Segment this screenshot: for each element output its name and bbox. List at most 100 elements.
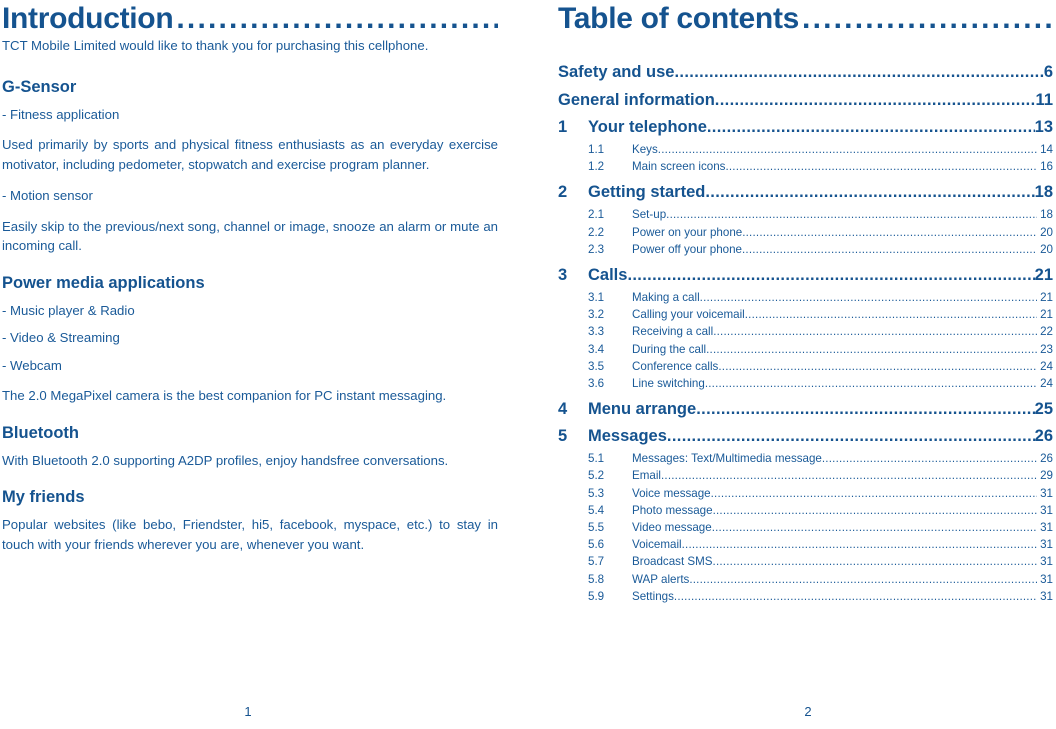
toc-entry[interactable]: General information ....................…: [558, 86, 1053, 114]
toc-page-number: 16: [1040, 160, 1053, 174]
folio-left: 1: [244, 704, 252, 719]
toc-entry-label: Making a call: [632, 291, 700, 305]
toc-entry[interactable]: 5.3 Voice message .......................…: [558, 485, 1053, 502]
toc-entry-number: 5.1: [588, 452, 605, 466]
toc-page-number: 23: [1040, 342, 1053, 356]
toc-entry-label: Settings: [632, 589, 674, 603]
toc-leader-dots: ........................................…: [714, 91, 1036, 109]
toc-entry[interactable]: 5.6 Voicemail............................…: [558, 536, 1053, 553]
toc-entry[interactable]: 3.2 Calling your voicemail ..............…: [558, 306, 1053, 323]
bullet-line: - Video & Streaming: [2, 330, 120, 345]
toc-leader-dots: ........................................…: [712, 555, 1037, 569]
section-heading: Power media applications: [2, 273, 205, 292]
toc-entry[interactable]: 5.9 Settings.............................…: [558, 588, 1053, 605]
toc-entry-label: Set-up: [632, 208, 667, 222]
toc-page-number: 25: [1034, 400, 1053, 419]
toc-page-number: 24: [1040, 377, 1053, 391]
toc-entry-number: 5.8: [588, 572, 605, 586]
toc-leader-dots: ........................................…: [718, 359, 1037, 373]
toc-entry-number: 1.2: [588, 160, 605, 174]
toc-entry[interactable]: 3.1 Making a call........................…: [558, 289, 1053, 306]
body-paragraph: The 2.0 MegaPixel camera is the best com…: [2, 388, 447, 403]
toc-entry-label: Broadcast SMS: [632, 555, 713, 569]
toc-leader-dots: ........................................…: [821, 452, 1037, 466]
toc-page-number: 31: [1040, 486, 1053, 500]
page-title-table-of-contents: Table of contents ......................…: [558, 0, 1053, 36]
toc-entry[interactable]: 5.2 Email ...............................…: [558, 467, 1053, 484]
toc-entry[interactable]: 5.8 WAP alerts...........................…: [558, 571, 1053, 588]
toc-entry-label: Photo message: [632, 503, 713, 517]
toc-entry-label: General information: [558, 91, 715, 109]
toc-entry[interactable]: 3.3 Receiving a call ....................…: [558, 323, 1053, 340]
toc-entry[interactable]: 2 Getting started........................…: [558, 179, 1053, 206]
toc-entry-number: 3.4: [588, 342, 605, 356]
toc-entry-label: Safety and use: [558, 63, 675, 81]
section-heading: Bluetooth: [2, 423, 79, 442]
toc-entry[interactable]: 3.4 During the call......................…: [558, 341, 1053, 358]
toc-entry[interactable]: 5 Messages...............................…: [558, 423, 1053, 450]
toc-leader-dots: ........................................…: [666, 427, 1035, 446]
toc-entry-label: Calls: [588, 266, 628, 285]
toc-page-number: 6: [1043, 63, 1053, 81]
toc-page-number: 20: [1040, 242, 1053, 256]
toc-entry[interactable]: 3.5 Conference calls ....................…: [558, 358, 1053, 375]
page-title-text: Introduction: [2, 2, 174, 35]
toc-page-number: 21: [1040, 291, 1053, 305]
toc-page-number: 18: [1034, 183, 1053, 202]
toc-entry-label: Voice message: [632, 486, 711, 500]
left-page-body: TCT Mobile Limited would like to thank y…: [2, 36, 498, 554]
document-spread: Introduction ...........................…: [0, 0, 1056, 729]
toc-entry[interactable]: 5.7 Broadcast SMS........................…: [558, 553, 1053, 570]
toc-entry[interactable]: 5.1 Messages: Text/Multimedia message ...…: [558, 450, 1053, 467]
section-heading: My friends: [2, 488, 85, 506]
toc-entry-label: Messages: Text/Multimedia message: [632, 452, 822, 466]
toc-entry-number: 5.9: [588, 589, 605, 603]
toc-entry-label: Voicemail: [632, 538, 682, 552]
toc-leader-dots: ........................................…: [657, 143, 1037, 156]
toc-entry[interactable]: 2.2 Power on your phone .................…: [558, 224, 1053, 241]
toc-entry-number: 3.6: [588, 377, 605, 391]
toc-leader-dots: ........................................…: [666, 208, 1037, 222]
toc-entry[interactable]: 3.6 Line switching.......................…: [558, 375, 1053, 392]
right-page: Table of contents ......................…: [528, 0, 1056, 729]
toc-entry[interactable]: 2.1 Set-up ..............................…: [558, 206, 1053, 223]
toc-leader-dots: ........................................…: [706, 118, 1035, 136]
body-paragraph: With Bluetooth 2.0 supporting A2DP profi…: [2, 452, 449, 468]
toc-leader-dots: ........................................…: [711, 521, 1037, 535]
toc-page-number: 31: [1040, 538, 1053, 552]
toc-page-number: 24: [1040, 359, 1053, 373]
toc-leader-dots: ........................................…: [712, 503, 1037, 517]
toc-page-number: 22: [1040, 325, 1053, 339]
table-of-contents-list: Safety and use..........................…: [558, 58, 1053, 605]
toc-entry-label: Menu arrange: [588, 400, 697, 419]
toc-entry[interactable]: 1.1 Keys.................................…: [558, 141, 1053, 158]
toc-leader-dots: ........................................…: [673, 589, 1037, 603]
title-leader-dots: ........................: [802, 2, 1053, 35]
toc-entry-number: 5.2: [588, 469, 605, 483]
toc-entry-label: Video message: [632, 521, 712, 535]
toc-page-number: 21: [1034, 266, 1053, 285]
toc-entry[interactable]: 5.4 Photo message .......................…: [558, 502, 1053, 519]
toc-entry-number: 2.1: [588, 208, 605, 222]
toc-entry[interactable]: 4 Menu arrange...........................…: [558, 396, 1053, 423]
body-paragraph: TCT Mobile Limited would like to thank y…: [2, 38, 429, 53]
toc-entry[interactable]: 5.5 Video message........................…: [558, 519, 1053, 536]
toc-leader-dots: ........................................…: [704, 377, 1037, 391]
toc-entry-number: 2.2: [588, 225, 605, 239]
toc-entry-number: 5.3: [588, 486, 605, 500]
toc-entry[interactable]: 3 Calls .................................…: [558, 262, 1053, 289]
toc-page-number: 18: [1040, 208, 1053, 222]
toc-entry-label: Conference calls: [632, 359, 719, 373]
toc-page-number: 31: [1040, 521, 1053, 535]
toc-entry[interactable]: 1.2 Main screen icons....................…: [558, 158, 1053, 175]
toc-leader-dots: ........................................…: [713, 325, 1037, 339]
toc-entry[interactable]: 2.3 Power off your phone ................…: [558, 241, 1053, 258]
toc-entry-label: Getting started: [588, 183, 706, 202]
toc-entry-number: 2: [558, 183, 568, 202]
toc-entry[interactable]: 1 Your telephone ........................…: [558, 114, 1053, 141]
toc-entry[interactable]: Safety and use..........................…: [558, 58, 1053, 86]
bullet-line: - Webcam: [2, 357, 62, 373]
toc-entry-label: Messages: [588, 427, 667, 446]
toc-entry-label: Line switching: [632, 377, 705, 391]
bullet-line: - Motion sensor: [2, 188, 93, 203]
